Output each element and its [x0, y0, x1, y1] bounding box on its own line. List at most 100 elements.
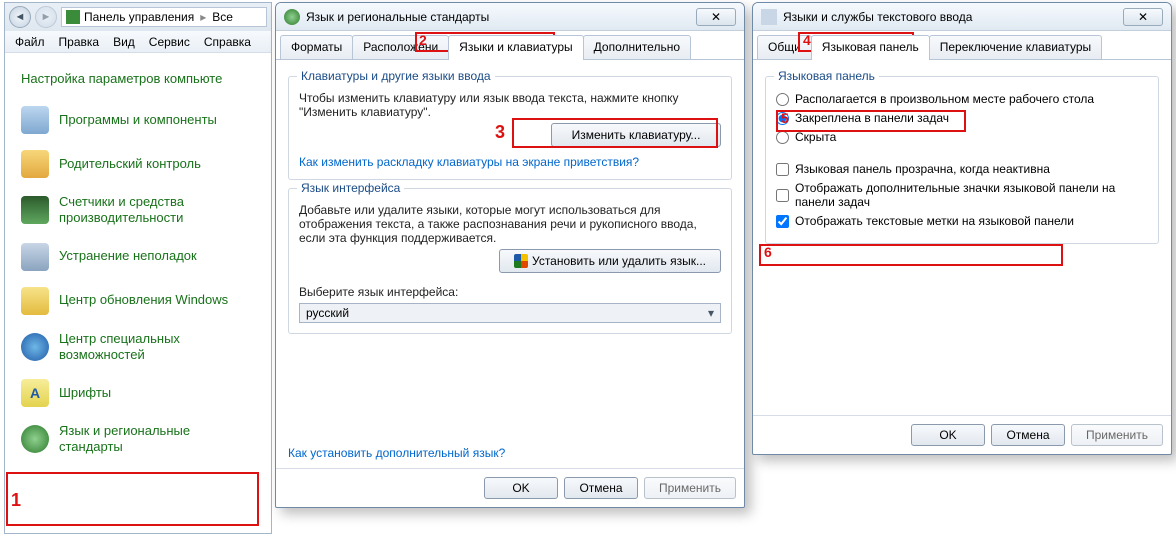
- chk-text-labels-input[interactable]: [776, 215, 789, 228]
- update-icon: [21, 287, 49, 315]
- chk-transparent[interactable]: Языковая панель прозрачна, когда неактив…: [776, 162, 1148, 176]
- perf-icon: [21, 196, 49, 224]
- address-bar[interactable]: Панель управления ▸ Все: [61, 7, 267, 27]
- dialog2-cancel-button[interactable]: Отмена: [991, 424, 1065, 446]
- cp-titlebar: ◄ ► Панель управления ▸ Все: [5, 3, 271, 31]
- chevron-right-icon: ▸: [198, 10, 208, 24]
- nav-fwd-icon[interactable]: ►: [35, 6, 57, 28]
- cp-item-label: Устранение неполадок: [59, 248, 197, 264]
- chk-extra-icons-input[interactable]: [776, 189, 789, 202]
- cp-item-label: Программы и компоненты: [59, 112, 217, 128]
- uac-shield-icon: [514, 254, 528, 268]
- tab-language-bar[interactable]: Языковая панель: [811, 35, 930, 60]
- install-remove-lang-label: Установить или удалить язык...: [532, 254, 706, 268]
- grp-language-bar-legend: Языковая панель: [774, 69, 879, 83]
- dialog2-titlebar: Языки и службы текстового ввода ✕: [753, 3, 1171, 31]
- dialog2-tabs: Общи Языковая панель Переключение клавиа…: [753, 31, 1171, 60]
- dialog1-body: Клавиатуры и другие языки ввода Чтобы из…: [276, 60, 744, 468]
- ui-language-dropdown[interactable]: русский: [299, 303, 721, 323]
- install-extra-lang-link[interactable]: Как установить дополнительный язык?: [288, 446, 732, 460]
- cp-list: Программы и компоненты Родительский конт…: [13, 98, 263, 464]
- cp-item-label: Язык и региональные стандарты: [59, 423, 255, 456]
- cp-item-parental[interactable]: Родительский контроль: [13, 142, 263, 186]
- cp-item-label: Центр обновления Windows: [59, 292, 228, 308]
- tab-switch-keyboard[interactable]: Переключение клавиатуры: [929, 35, 1102, 59]
- globe-clock-icon: [21, 425, 49, 453]
- chk-extra-icons-label: Отображать дополнительные значки языково…: [795, 181, 1148, 209]
- radio-hidden-label: Скрыта: [795, 130, 836, 144]
- radio-floating-input[interactable]: [776, 93, 789, 106]
- chk-text-labels[interactable]: Отображать текстовые метки на языковой п…: [776, 214, 1148, 228]
- tab-formats[interactable]: Форматы: [280, 35, 353, 59]
- chk-transparent-input[interactable]: [776, 163, 789, 176]
- keyboard-icon: [761, 9, 777, 25]
- control-panel-window: ◄ ► Панель управления ▸ Все Файл Правка …: [4, 2, 272, 534]
- text-services-dialog: Языки и службы текстового ввода ✕ Общи Я…: [752, 2, 1172, 455]
- ui-language-value: русский: [306, 306, 349, 320]
- tab-languages-keyboards[interactable]: Языки и клавиатуры: [448, 35, 583, 60]
- cp-item-programs[interactable]: Программы и компоненты: [13, 98, 263, 142]
- callout-num-5: 5: [781, 110, 789, 126]
- dialog2-ok-button[interactable]: OK: [911, 424, 985, 446]
- dialog1-titlebar: Язык и региональные стандарты ✕: [276, 3, 744, 31]
- parental-icon: [21, 150, 49, 178]
- menu-file[interactable]: Файл: [15, 35, 45, 49]
- dialog2-apply-button[interactable]: Применить: [1071, 424, 1163, 446]
- nav-back-icon[interactable]: ◄: [9, 6, 31, 28]
- cp-item-fonts[interactable]: A Шрифты: [13, 371, 263, 415]
- region-language-dialog: Язык и региональные стандарты ✕ Форматы …: [275, 2, 745, 508]
- cp-item-troubleshoot[interactable]: Устранение неполадок: [13, 235, 263, 279]
- welcome-layout-link[interactable]: Как изменить раскладку клавиатуры на экр…: [299, 155, 639, 169]
- cp-item-label: Центр специальных возможностей: [59, 331, 255, 364]
- dialog2-footer: OK Отмена Применить: [753, 415, 1171, 454]
- chk-transparent-label: Языковая панель прозрачна, когда неактив…: [795, 162, 1050, 176]
- callout-num-3: 3: [495, 122, 505, 143]
- dialog1-apply-button[interactable]: Применить: [644, 477, 736, 499]
- dialog1-title: Язык и региональные стандарты: [306, 10, 489, 24]
- dialog1-ok-button[interactable]: OK: [484, 477, 558, 499]
- select-lang-label: Выберите язык интерфейса:: [299, 285, 721, 299]
- radio-docked-label: Закреплена в панели задач: [795, 111, 949, 125]
- address-root: Панель управления: [84, 10, 194, 24]
- cp-item-label: Счетчики и средства производительности: [59, 194, 255, 227]
- fonts-icon: A: [21, 379, 49, 407]
- menu-tools[interactable]: Сервис: [149, 35, 190, 49]
- cp-item-update[interactable]: Центр обновления Windows: [13, 279, 263, 323]
- menu-help[interactable]: Справка: [204, 35, 251, 49]
- callout-num-1: 1: [11, 490, 21, 511]
- programs-icon: [21, 106, 49, 134]
- radio-floating-label: Располагается в произвольном месте рабоч…: [795, 92, 1094, 106]
- radio-floating[interactable]: Располагается в произвольном месте рабоч…: [776, 92, 1148, 106]
- close-button[interactable]: ✕: [1123, 8, 1163, 26]
- address-crumb: Все: [212, 10, 233, 24]
- radio-hidden-input[interactable]: [776, 131, 789, 144]
- grp-keyboards: Клавиатуры и другие языки ввода Чтобы из…: [288, 76, 732, 180]
- menubar: Файл Правка Вид Сервис Справка: [5, 31, 271, 53]
- close-button[interactable]: ✕: [696, 8, 736, 26]
- radio-docked[interactable]: Закреплена в панели задач: [776, 111, 1148, 125]
- cp-item-perf[interactable]: Счетчики и средства производительности: [13, 186, 263, 235]
- callout-num-4: 4: [803, 32, 811, 48]
- cp-item-language-region[interactable]: Язык и региональные стандарты: [13, 415, 263, 464]
- grp-keyboards-legend: Клавиатуры и другие языки ввода: [297, 69, 495, 83]
- cp-icon: [66, 10, 80, 24]
- cp-item-access[interactable]: Центр специальных возможностей: [13, 323, 263, 372]
- tab-location[interactable]: Расположени: [352, 35, 449, 59]
- tab-advanced[interactable]: Дополнительно: [583, 35, 691, 59]
- grp-keyboards-desc: Чтобы изменить клавиатуру или язык ввода…: [299, 91, 721, 119]
- dialog1-cancel-button[interactable]: Отмена: [564, 477, 638, 499]
- cp-heading: Настройка параметров компьюте: [13, 71, 263, 86]
- chk-extra-icons[interactable]: Отображать дополнительные значки языково…: [776, 181, 1148, 209]
- chk-text-labels-label: Отображать текстовые метки на языковой п…: [795, 214, 1074, 228]
- dialog2-body: Языковая панель Располагается в произвол…: [753, 60, 1171, 415]
- troubleshoot-icon: [21, 243, 49, 271]
- install-remove-lang-button[interactable]: Установить или удалить язык...: [499, 249, 721, 273]
- cp-item-label: Шрифты: [59, 385, 111, 401]
- callout-num-6: 6: [764, 244, 772, 260]
- cp-body: Настройка параметров компьюте Программы …: [5, 53, 271, 472]
- menu-edit[interactable]: Правка: [59, 35, 100, 49]
- change-keyboard-button[interactable]: Изменить клавиатуру...: [551, 123, 721, 147]
- radio-hidden[interactable]: Скрыта: [776, 130, 1148, 144]
- menu-view[interactable]: Вид: [113, 35, 135, 49]
- dialog1-footer: OK Отмена Применить: [276, 468, 744, 507]
